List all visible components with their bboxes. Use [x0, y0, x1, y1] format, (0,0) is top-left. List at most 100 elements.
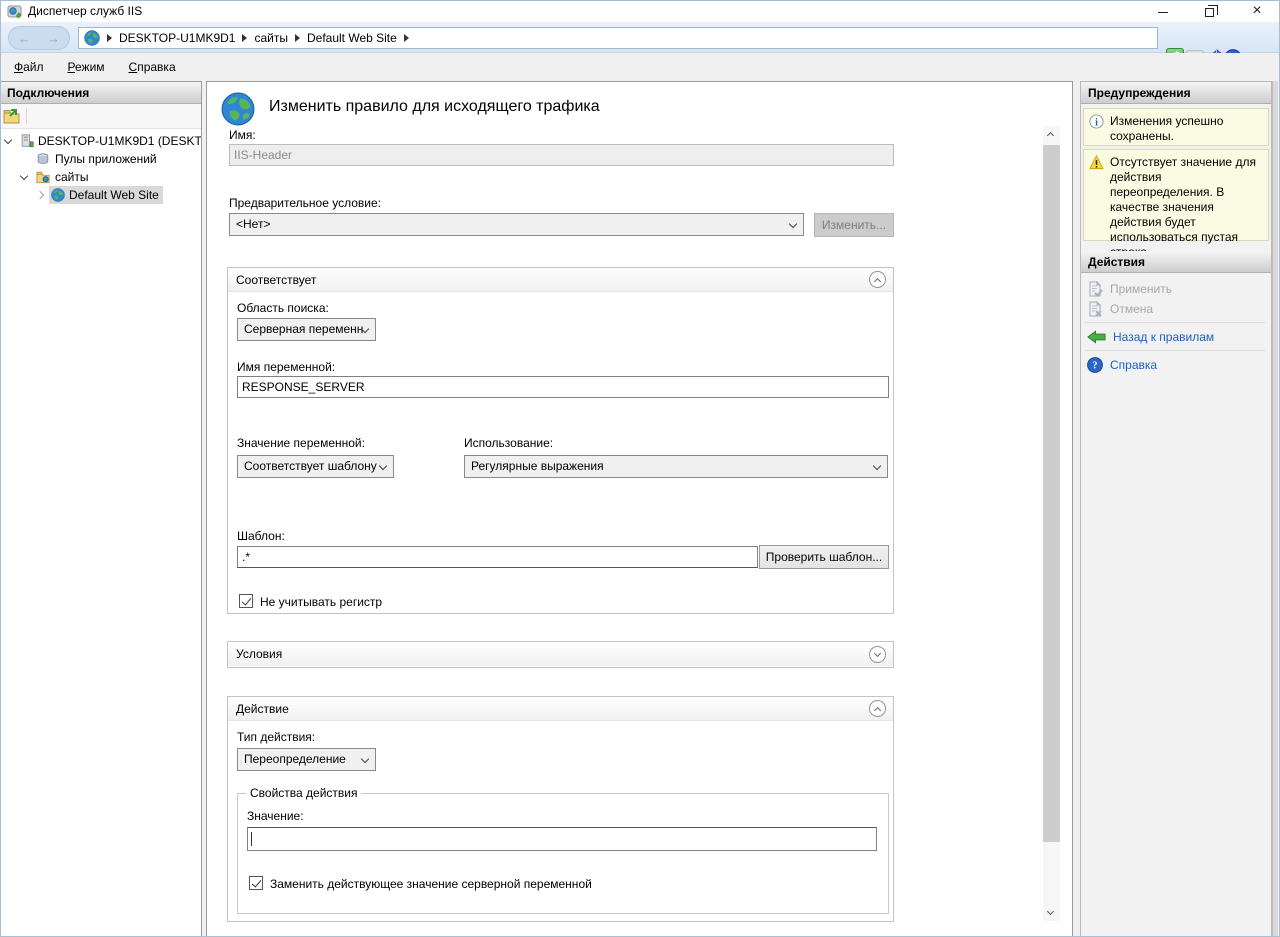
precondition-select[interactable]: <Нет> — [229, 213, 804, 236]
name-input: IIS-Header — [229, 144, 894, 166]
back-to-rules-link[interactable]: Назад к правилам — [1113, 330, 1214, 344]
warning-alert: Отсутствует значение для действия переоп… — [1083, 149, 1269, 241]
info-alert-text: Изменения успешно сохранены. — [1110, 114, 1223, 143]
cancel-action: Отмена — [1087, 300, 1153, 318]
value-input[interactable] — [247, 827, 877, 851]
precondition-label: Предварительное условие: — [229, 196, 381, 210]
tree-item-app-pools[interactable]: Пулы приложений — [0, 150, 201, 168]
ignore-case-label: Не учитывать регистр — [260, 595, 382, 609]
back-to-rules-action[interactable]: Назад к правилам — [1087, 328, 1214, 346]
tree-item-label: DESKTOP-U1MK9D1 (DESKTOP — [38, 132, 200, 150]
actions-header: Действия — [1081, 251, 1271, 273]
help-action[interactable]: ? Справка — [1087, 356, 1157, 374]
connections-toolbar — [0, 104, 201, 129]
breadcrumb-default-web-site[interactable]: Default Web Site — [307, 31, 397, 45]
breadcrumb-separator-icon[interactable] — [295, 34, 300, 42]
server-icon — [20, 134, 34, 148]
variable-name-input[interactable] — [237, 376, 889, 398]
collapse-section-button[interactable] — [869, 271, 886, 288]
match-section: Соответствует Область поиска: Серверная … — [227, 267, 894, 614]
actions-divider — [1085, 322, 1265, 323]
help-circle-icon: ? — [1087, 357, 1103, 373]
selected-tree-item[interactable]: Default Web Site — [49, 186, 163, 204]
expand-section-button[interactable] — [869, 646, 886, 663]
right-pane: Предупреждения i Изменения успешно сохра… — [1080, 81, 1272, 937]
forward-button[interactable]: → — [47, 31, 60, 46]
action-type-select[interactable]: Переопределение — [237, 748, 376, 771]
pattern-label: Шаблон: — [237, 529, 285, 543]
scrollbar-thumb[interactable] — [1043, 145, 1060, 842]
back-button[interactable]: ← — [18, 31, 31, 46]
window-title: Диспетчер служб IIS — [28, 4, 142, 18]
address-band: ← → DESKTOP-U1MK9D1 сайты Default Web Si… — [0, 23, 1280, 53]
menu-file[interactable]: Файл — [14, 60, 44, 74]
sites-folder-icon — [36, 170, 50, 184]
chevron-down-icon — [873, 649, 880, 656]
chevron-down-icon — [789, 220, 797, 228]
toolbar-divider — [26, 108, 27, 124]
tree-item-server[interactable]: DESKTOP-U1MK9D1 (DESKTOP — [0, 132, 201, 150]
variable-value-select[interactable]: Соответствует шаблону — [237, 455, 394, 478]
replace-value-checkbox[interactable] — [249, 876, 263, 890]
match-section-header[interactable]: Соответствует — [228, 268, 893, 292]
connections-header: Подключения — [0, 82, 201, 104]
test-pattern-button[interactable]: Проверить шаблон... — [759, 545, 889, 569]
using-label: Использование: — [464, 436, 553, 450]
menu-help[interactable]: Справка — [129, 60, 176, 74]
replace-value-label: Заменить действующее значение серверной … — [270, 877, 592, 891]
chevron-down-icon[interactable] — [20, 172, 28, 180]
chevron-down-icon[interactable] — [4, 136, 12, 144]
feature-globe-icon — [221, 92, 255, 126]
info-icon: i — [1089, 114, 1104, 129]
edit-precondition-button: Изменить... — [814, 213, 894, 237]
breadcrumb-separator-icon[interactable] — [107, 34, 112, 42]
edit-outbound-rule-page: Изменить правило для исходящего трафика … — [206, 81, 1073, 937]
title-bar: Диспетчер служб IIS × — [0, 0, 1280, 23]
breadcrumb-server[interactable]: DESKTOP-U1MK9D1 — [119, 31, 235, 45]
chevron-down-icon — [873, 462, 881, 470]
tree-item-label: сайты — [55, 168, 89, 186]
conditions-section: Условия — [227, 641, 894, 668]
warnings-header: Предупреждения — [1081, 82, 1271, 104]
chevron-up-icon — [873, 277, 880, 284]
menu-view[interactable]: Режим — [68, 60, 105, 74]
breadcrumb-separator-icon[interactable] — [242, 34, 247, 42]
scroll-down-button[interactable] — [1043, 904, 1060, 921]
minimize-button[interactable] — [1146, 0, 1180, 22]
restore-button[interactable] — [1192, 0, 1226, 22]
chevron-down-icon — [361, 755, 369, 763]
apply-icon — [1087, 281, 1103, 297]
warning-icon — [1089, 155, 1104, 170]
variable-value-label: Значение переменной: — [237, 436, 365, 450]
action-section-header[interactable]: Действие — [228, 697, 893, 721]
action-section: Действие Тип действия: Переопределение С… — [227, 696, 894, 922]
scroll-up-button[interactable] — [1043, 126, 1060, 143]
address-breadcrumb-bar[interactable]: DESKTOP-U1MK9D1 сайты Default Web Site — [78, 27, 1158, 49]
connections-tree: DESKTOP-U1MK9D1 (DESKTOP Пулы приложений… — [0, 129, 201, 204]
using-select[interactable]: Регулярные выражения — [464, 455, 888, 478]
ignore-case-checkbox[interactable] — [239, 594, 253, 608]
text-caret — [251, 832, 252, 846]
tree-item-default-web-site[interactable]: Default Web Site — [0, 186, 201, 204]
create-connection-icon[interactable] — [3, 108, 20, 124]
chevron-up-icon — [873, 706, 880, 713]
action-type-label: Тип действия: — [237, 730, 315, 744]
collapse-section-button[interactable] — [869, 700, 886, 717]
help-link[interactable]: Справка — [1110, 358, 1157, 372]
variable-name-label: Имя переменной: — [237, 360, 335, 374]
chevron-right-icon[interactable] — [36, 191, 44, 199]
breadcrumb-sites[interactable]: сайты — [254, 31, 288, 45]
breadcrumb-separator-icon[interactable] — [404, 34, 409, 42]
pattern-input[interactable] — [237, 546, 758, 568]
svg-text:?: ? — [1093, 361, 1098, 372]
tree-item-sites[interactable]: сайты — [0, 168, 201, 186]
value-label: Значение: — [247, 809, 304, 823]
globe-icon — [84, 30, 100, 46]
conditions-section-header[interactable]: Условия — [228, 642, 893, 666]
back-arrow-icon — [1087, 330, 1106, 344]
close-button[interactable]: × — [1240, 0, 1274, 22]
scope-select[interactable]: Серверная переменн — [237, 318, 376, 341]
actions-divider — [1085, 350, 1265, 351]
vertical-scrollbar[interactable] — [1043, 126, 1060, 921]
app-pools-icon — [36, 152, 50, 166]
